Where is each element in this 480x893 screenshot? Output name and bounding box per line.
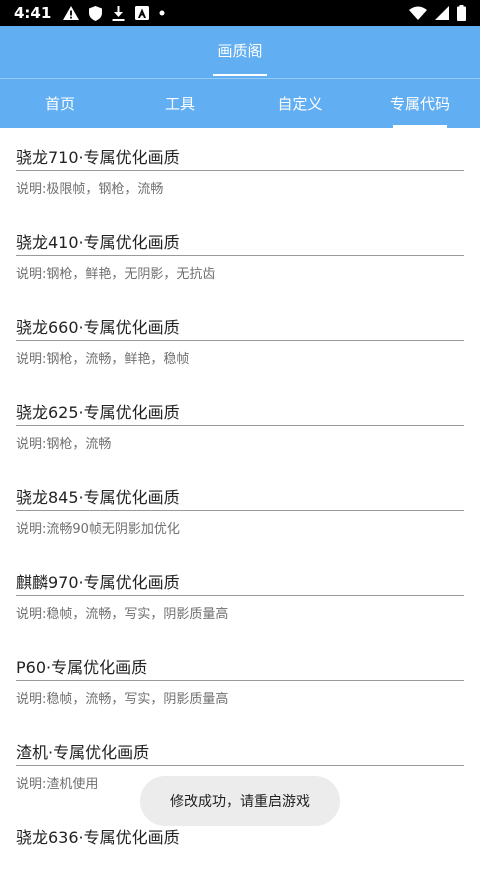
list-item[interactable]: 骁龙410·专属优化画质 说明:钢枪，鲜艳，无阴影，无抗齿 [0, 213, 480, 298]
divider [16, 425, 464, 426]
item-description: 说明:渣机使用 [16, 777, 99, 792]
item-description: 说明:钢枪，流畅 [16, 437, 112, 452]
tab-custom[interactable]: 自定义 [240, 79, 360, 128]
system-icons [409, 5, 466, 21]
list-item[interactable]: 骁龙710·专属优化画质 说明:极限帧，钢枪，流畅 [0, 128, 480, 213]
item-title: P60·专属优化画质 [16, 658, 148, 677]
item-title: 骁龙710·专属优化画质 [16, 148, 180, 167]
list-item[interactable]: 骁龙625·专属优化画质 说明:钢枪，流畅 [0, 383, 480, 468]
item-title: 骁龙625·专属优化画质 [16, 403, 180, 422]
item-title: 骁龙636·专属优化画质 [16, 828, 180, 847]
toast-message: 修改成功，请重启游戏 [140, 776, 340, 826]
tab-bar: 首页 工具 自定义 专属代码 [0, 79, 480, 128]
item-title: 骁龙410·专属优化画质 [16, 233, 180, 252]
tab-home[interactable]: 首页 [0, 79, 120, 128]
divider [16, 255, 464, 256]
list-item[interactable]: 麒麟970·专属优化画质 说明:稳帧，流畅，写实，阴影质量高 [0, 553, 480, 638]
notification-icons [63, 5, 165, 21]
tab-label: 专属代码 [389, 95, 450, 113]
signal-icon [435, 6, 449, 20]
status-bar: 4:41 [0, 0, 480, 26]
item-title: 骁龙660·专属优化画质 [16, 318, 180, 337]
wifi-icon [409, 6, 427, 20]
list-item[interactable]: 骁龙845·专属优化画质 说明:流畅90帧无阴影加优化 [0, 468, 480, 553]
tab-exclusive-code[interactable]: 专属代码 [360, 79, 480, 128]
page-title: 画质阁 [217, 42, 263, 60]
title-underline [213, 74, 267, 76]
item-description: 说明:流畅90帧无阴影加优化 [16, 522, 180, 537]
status-time: 4:41 [14, 4, 52, 22]
divider [16, 680, 464, 681]
item-title: 骁龙845·专属优化画质 [16, 488, 180, 507]
list-item[interactable]: P60·专属优化画质 说明:稳帧，流畅，写实，阴影质量高 [0, 638, 480, 723]
battery-icon [457, 5, 466, 21]
divider [16, 595, 464, 596]
divider [16, 170, 464, 171]
tab-tools[interactable]: 工具 [120, 79, 240, 128]
item-title: 麒麟970·专属优化画质 [16, 573, 180, 592]
divider [16, 510, 464, 511]
item-description: 说明:钢枪，鲜艳，无阴影，无抗齿 [16, 267, 216, 282]
item-description: 说明:稳帧，流畅，写实，阴影质量高 [16, 692, 229, 707]
alert-icon [63, 6, 80, 20]
divider [16, 765, 464, 766]
shield-icon [89, 5, 103, 21]
download-icon [112, 5, 125, 21]
toast-text: 修改成功，请重启游戏 [170, 794, 310, 810]
text-a-icon [135, 6, 150, 20]
list-item[interactable]: 骁龙660·专属优化画质 说明:钢枪，流畅，鲜艳，稳帧 [0, 298, 480, 383]
tab-label: 首页 [44, 95, 75, 113]
dot-icon [159, 10, 165, 16]
divider [16, 340, 464, 341]
item-description: 说明:钢枪，流畅，鲜艳，稳帧 [16, 352, 190, 367]
item-description: 说明:稳帧，流畅，写实，阴影质量高 [16, 607, 229, 622]
tab-label: 工具 [164, 95, 195, 113]
item-title: 渣机·专属优化画质 [16, 743, 150, 762]
tab-label: 自定义 [277, 95, 323, 113]
app-header: 画质阁 首页 工具 自定义 专属代码 [0, 26, 480, 128]
item-description: 说明:极限帧，钢枪，流畅 [16, 182, 164, 197]
